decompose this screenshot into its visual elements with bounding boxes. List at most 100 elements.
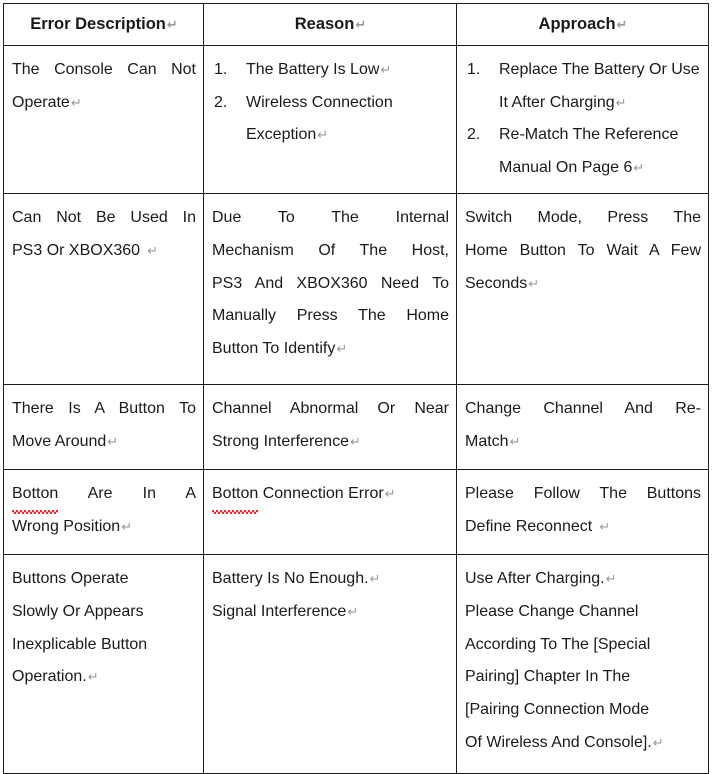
misspelled-word: Botton	[212, 478, 259, 514]
cell-paragraph: Can Not Be Used In PS3 Or XBOX360 ↵	[12, 202, 196, 268]
cell-paragraph: Buttons Operate Slowly Or Appears Inexpl…	[12, 563, 196, 694]
list-item-text: Replace The Battery Or Use It After Char…	[499, 60, 700, 111]
text-line: Can Not Be Used In	[12, 208, 196, 226]
list-item: 1. Replace The Battery Or Use It After Ch…	[465, 54, 701, 120]
text-line: Buttons Operate	[12, 569, 129, 587]
column-header-error-description-label: Error Description	[30, 15, 166, 33]
cell-paragraph: Due To The Internal Mechanism Of The Hos…	[212, 202, 449, 366]
list-item: 2. Re-Match The Reference Manual On Page …	[465, 119, 701, 185]
cell-reason: 1. The Battery Is Low↵ 2. Wireless Connect…	[203, 44, 457, 194]
text-line-content: Of Wireless And Console].	[465, 733, 652, 751]
paragraph-mark-icon: ↵	[616, 18, 628, 33]
paragraph-mark-icon: ↵	[384, 486, 396, 502]
text-line: Operation.↵	[12, 661, 196, 694]
text-line: Move Around↵	[12, 426, 196, 459]
text-line: According To The [Special	[465, 635, 651, 653]
text-line-content: Operate	[12, 93, 70, 111]
paragraph-mark-icon: ↵	[349, 434, 361, 450]
text-line: Seconds↵	[465, 268, 701, 301]
cell-error-description: The Console Can Not Operate↵	[3, 44, 204, 194]
ordered-list: 1. The Battery Is Low↵ 2. Wireless Connect…	[212, 54, 449, 152]
paragraph-mark-icon: ↵	[599, 519, 611, 535]
list-item-number: 1.	[467, 60, 481, 78]
table-row: Buttons Operate Slowly Or Appears Inexpl…	[3, 553, 709, 774]
text-line-content: Battery Is No Enough.	[212, 569, 369, 587]
misspelled-word: Botton	[12, 478, 59, 514]
text-line: Mechanism Of The Host,	[212, 241, 449, 259]
cell-approach: Change Channel And Re- Match↵	[456, 383, 709, 470]
text-line: Define Reconnect ↵	[465, 511, 701, 544]
paragraph-mark-icon: ↵	[317, 128, 329, 144]
text-line-content: Signal Interference	[212, 602, 347, 620]
text-line-content: Are In A	[87, 484, 196, 502]
column-header-reason-label: Reason	[294, 15, 355, 33]
table-header-row: Error Description↵ Reason↵ Approach↵	[3, 3, 709, 46]
paragraph-mark-icon: ↵	[369, 571, 381, 587]
paragraph-mark-icon: ↵	[633, 161, 645, 177]
text-line-content: PS3 Or XBOX360	[12, 241, 141, 259]
text-line: Inexplicable Button	[12, 635, 148, 653]
cell-paragraph: There Is A Button To Move Around↵	[12, 393, 196, 459]
troubleshooting-table: Error Description↵ Reason↵ Approach↵ The…	[3, 3, 709, 774]
text-line: Please Change Channel	[465, 602, 639, 620]
cell-reason: Battery Is No Enough.↵ Signal Interferen…	[203, 553, 457, 774]
text-line: Button To Identify↵	[212, 333, 449, 366]
text-line: Operate↵	[12, 87, 196, 120]
table-body: The Console Can Not Operate↵ 1. The Batte…	[3, 44, 709, 774]
text-line-content: Strong Interference	[212, 432, 349, 450]
text-line: Of Wireless And Console].↵	[465, 727, 701, 760]
cell-paragraph: Use After Charging.↵ Please Change Chann…	[465, 563, 701, 760]
text-line: The Console Can Not	[12, 60, 196, 78]
text-line: Pairing] Chapter In The	[465, 668, 631, 686]
text-line-content: Match	[465, 432, 509, 450]
text-line: Battery Is No Enough.↵	[212, 563, 449, 596]
text-line: Change Channel And Re-	[465, 399, 701, 417]
text-line: Wrong Position↵	[12, 511, 196, 544]
paragraph-mark-icon: ↵	[166, 18, 178, 33]
cell-paragraph: Botton Connection Error↵	[212, 478, 449, 514]
text-line: Botton Are In A	[12, 478, 196, 514]
text-line: There Is A Button To	[12, 399, 196, 417]
text-line: Manually Press The Home	[212, 307, 449, 325]
text-line: Home Button To Wait A Few	[465, 241, 701, 259]
cell-paragraph: Please Follow The Buttons Define Reconne…	[465, 478, 701, 544]
cell-reason: Botton Connection Error↵	[203, 468, 457, 555]
text-line: Use After Charging.↵	[465, 563, 701, 596]
list-item-number: 2.	[214, 93, 228, 111]
paragraph-mark-icon: ↵	[380, 62, 392, 78]
text-line: Due To The Internal	[212, 208, 449, 226]
paragraph-mark-icon: ↵	[652, 735, 664, 751]
list-item: 1. The Battery Is Low↵	[212, 54, 449, 87]
text-line: Slowly Or Appears	[12, 602, 144, 620]
paragraph-mark-icon: ↵	[615, 95, 627, 111]
text-line-content: Wrong Position	[12, 517, 121, 535]
paragraph-mark-icon: ↵	[336, 342, 348, 358]
list-item-number: 1.	[214, 60, 228, 78]
cell-reason: Due To The Internal Mechanism Of The Hos…	[203, 192, 457, 385]
cell-approach: 1. Replace The Battery Or Use It After Ch…	[456, 44, 709, 194]
text-line: Strong Interference↵	[212, 426, 449, 459]
paragraph-mark-icon: ↵	[355, 18, 367, 33]
document-page: Error Description↵ Reason↵ Approach↵ The…	[0, 0, 714, 774]
paragraph-mark-icon: ↵	[70, 95, 82, 111]
cell-paragraph: Channel Abnormal Or Near Strong Interfer…	[212, 393, 449, 459]
text-line-content: Move Around	[12, 432, 107, 450]
table-row: Can Not Be Used In PS3 Or XBOX360 ↵ Due T…	[3, 192, 709, 385]
table-row: The Console Can Not Operate↵ 1. The Batte…	[3, 44, 709, 194]
text-line: Please Follow The Buttons	[465, 484, 701, 502]
table-row: Botton Are In A Wrong Position↵ Botton C…	[3, 468, 709, 555]
cell-error-description: Buttons Operate Slowly Or Appears Inexpl…	[3, 553, 204, 774]
text-line: [Pairing Connection Mode	[465, 701, 650, 719]
text-line: Channel Abnormal Or Near	[212, 399, 449, 417]
text-line: PS3 And XBOX360 Need To	[212, 274, 449, 292]
list-item-text: The Battery Is Low	[246, 60, 380, 78]
list-item-text: Re-Match The Reference Manual On Page 6	[499, 126, 679, 177]
paragraph-mark-icon: ↵	[605, 571, 617, 587]
column-header-approach-label: Approach	[538, 15, 616, 33]
cell-paragraph: Change Channel And Re- Match↵	[465, 393, 701, 459]
list-item-number: 2.	[467, 126, 481, 144]
text-line-content: Operation.	[12, 668, 87, 686]
list-item: 2. Wireless Connection Exception↵	[212, 87, 449, 153]
cell-approach: Please Follow The Buttons Define Reconne…	[456, 468, 709, 555]
text-line-content: Seconds	[465, 274, 528, 292]
